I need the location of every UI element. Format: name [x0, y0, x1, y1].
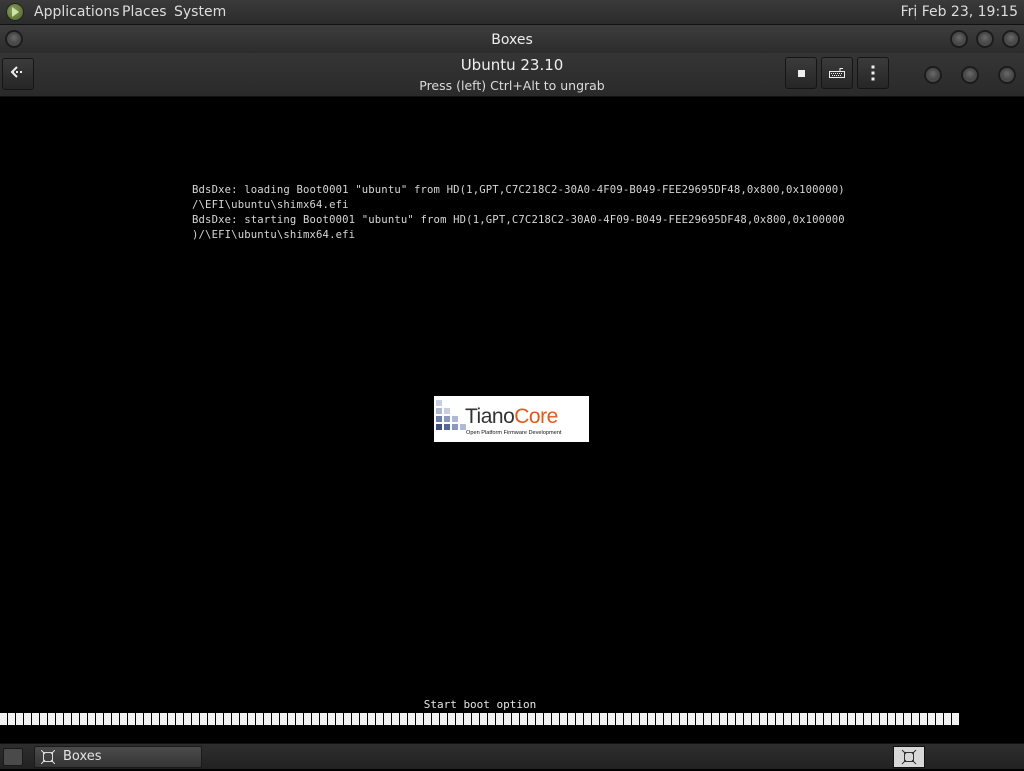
vertical-dots-icon: [871, 65, 875, 81]
workspace-window-icon: [901, 749, 917, 765]
console-line: BdsDxe: starting Boot0001 "ubuntu" from …: [192, 214, 845, 226]
minimize-icon[interactable]: [924, 66, 942, 84]
headerbar: Ubuntu 23.10 Press (left) Ctrl+Alt to un…: [0, 53, 1024, 97]
menu-places[interactable]: Places: [122, 4, 167, 20]
stop-icon: [797, 69, 805, 77]
minimize-icon[interactable]: [950, 30, 968, 48]
clock[interactable]: Fri Feb 23, 19:15: [901, 4, 1018, 20]
console-line: /\EFI\ubuntu\shimx64.efi: [192, 199, 349, 211]
tianocore-tagline: Open Platform Firmware Development: [466, 430, 562, 436]
maximize-icon[interactable]: [961, 66, 979, 84]
boxes-app-icon: [41, 750, 55, 764]
keyboard-button[interactable]: [821, 57, 853, 89]
maximize-icon[interactable]: [976, 30, 994, 48]
console-line: BdsDxe: loading Boot0001 "ubuntu" from H…: [192, 184, 845, 196]
tianocore-logo: TianoCore Open Platform Firmware Develop…: [434, 396, 589, 442]
boot-progress-bar: [0, 713, 960, 725]
window-titlebar[interactable]: Boxes: [0, 25, 1024, 54]
menu-applications[interactable]: Applications: [34, 4, 120, 20]
close-icon[interactable]: [1002, 30, 1020, 48]
tianocore-wordmark: TianoCore: [465, 405, 558, 428]
window-title: Boxes: [491, 32, 533, 48]
show-desktop-icon[interactable]: [3, 748, 23, 766]
stop-button[interactable]: [785, 57, 817, 89]
menu-system[interactable]: System: [174, 4, 226, 20]
tianocore-blocks-icon: [436, 400, 466, 430]
taskbar-item-label: Boxes: [63, 749, 102, 764]
bottom-panel: Boxes: [0, 743, 1024, 769]
taskbar-item-boxes[interactable]: Boxes: [34, 746, 202, 768]
close-icon[interactable]: [998, 66, 1016, 84]
menu-button[interactable]: [857, 57, 889, 89]
keyboard-icon: [829, 68, 845, 78]
boot-status-text: Start boot option: [423, 698, 537, 711]
vm-display[interactable]: BdsDxe: loading Boot0001 "ubuntu" from H…: [0, 97, 1024, 743]
gnome-foot-icon[interactable]: [6, 3, 24, 21]
console-line: )/\EFI\ubuntu\shimx64.efi: [192, 229, 356, 241]
workspace-switcher[interactable]: [893, 746, 925, 768]
top-panel: Applications Places System Fri Feb 23, 1…: [0, 0, 1024, 25]
